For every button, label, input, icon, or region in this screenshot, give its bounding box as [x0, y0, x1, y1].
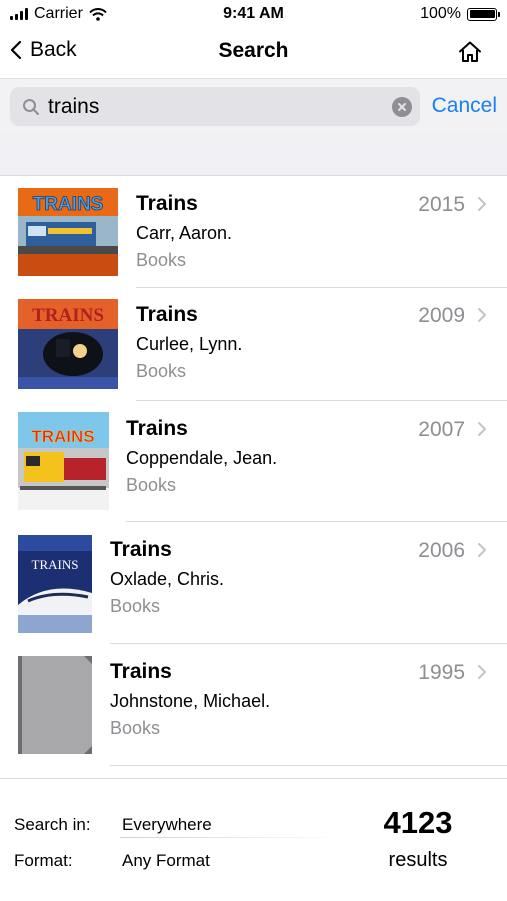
result-year: 2015 [418, 193, 465, 216]
search-in-selector[interactable]: Everywhere [122, 815, 212, 835]
back-button[interactable]: Back [10, 38, 77, 62]
search-input[interactable] [48, 94, 378, 119]
chevron-right-icon [478, 665, 486, 679]
result-format: Books [110, 718, 161, 738]
search-field[interactable] [10, 87, 420, 126]
battery-percent: 100% [420, 5, 461, 22]
search-in-label: Search in: [14, 815, 91, 834]
home-icon[interactable] [457, 39, 483, 65]
result-title: Trains [110, 660, 172, 683]
results-label: results [388, 849, 448, 871]
search-bar: Cancel [0, 78, 507, 134]
cover-title-text: TRAINS [32, 557, 79, 572]
cover-title-text: TRAINS [31, 427, 94, 446]
clear-icon [398, 103, 406, 111]
status-bar: Carrier 9:41 AM 100% [0, 0, 507, 30]
book-cover-image: TRAINS [18, 535, 92, 633]
format-selector[interactable]: Any Format [122, 851, 210, 871]
book-cover-image: TRAINS [18, 188, 118, 276]
search-icon [23, 98, 39, 115]
format-label: Format: [14, 851, 73, 870]
chevron-right-icon [478, 543, 486, 557]
result-author: Johnstone, Michael. [110, 691, 271, 711]
result-year: 1995 [418, 661, 465, 684]
clear-search-button[interactable] [392, 97, 412, 117]
list-item[interactable]: TRAINS Trains Coppendale, Jean. Books 20… [0, 401, 507, 522]
cover-title-text: TRAINS [33, 194, 104, 215]
book-cover-image: TRAINS [18, 412, 109, 510]
battery-icon [467, 7, 500, 21]
list-item[interactable]: TRAINS Trains Carr, Aaron. Books 2015 [0, 176, 507, 288]
footer-divider [120, 837, 340, 838]
result-title: Trains [136, 192, 198, 215]
list-item[interactable]: Trains Johnstone, Michael. Books 1995 [0, 644, 507, 766]
result-author: Oxlade, Chris. [110, 569, 225, 589]
result-title: Trains [110, 538, 172, 561]
result-title: Trains [136, 303, 198, 326]
chevron-right-icon [478, 308, 486, 322]
result-year: 2007 [418, 418, 465, 441]
row-separator [110, 765, 507, 766]
back-label: Back [30, 38, 77, 61]
results-count: 4123 [383, 805, 453, 840]
list-item[interactable]: TRAINS Trains Curlee, Lynn. Books 2009 [0, 288, 507, 401]
chevron-right-icon [478, 197, 486, 211]
search-options-footer: Search in: Everywhere Format: Any Format… [0, 778, 507, 901]
cancel-button[interactable]: Cancel [432, 94, 497, 118]
result-year: 2006 [418, 539, 465, 562]
chevron-right-icon [478, 422, 486, 436]
result-author: Curlee, Lynn. [136, 334, 243, 354]
result-format: Books [126, 475, 177, 495]
section-spacer [0, 134, 507, 176]
result-format: Books [110, 596, 161, 616]
status-right: 100% [420, 5, 500, 23]
result-format: Books [136, 250, 187, 270]
chevron-left-icon [10, 40, 22, 60]
book-cover-image: TRAINS [18, 299, 118, 389]
result-author: Coppendale, Jean. [126, 448, 278, 468]
result-format: Books [136, 361, 187, 381]
navigation-bar: Back Search [0, 30, 507, 76]
result-author: Carr, Aaron. [136, 223, 233, 243]
list-item[interactable]: TRAINS Trains Oxlade, Chris. Books 2006 [0, 522, 507, 644]
result-year: 2009 [418, 304, 465, 327]
results-list: TRAINS Trains Carr, Aaron. Books 2015 TR… [0, 176, 507, 766]
book-cover-placeholder [18, 656, 92, 754]
cover-title-text: TRAINS [32, 305, 104, 326]
result-title: Trains [126, 417, 188, 440]
